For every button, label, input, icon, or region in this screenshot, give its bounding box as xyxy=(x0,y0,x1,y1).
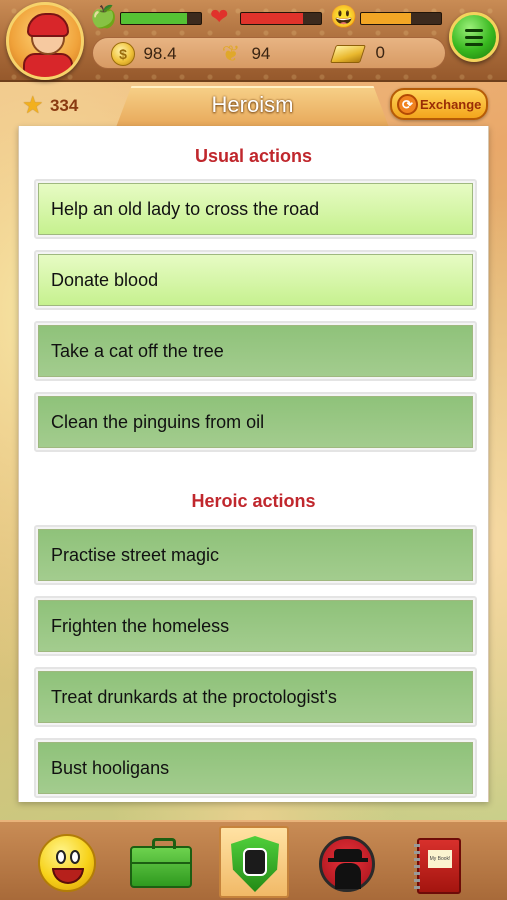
heart-icon: ❤ xyxy=(210,4,229,29)
menu-button[interactable] xyxy=(449,12,499,62)
coins-resource: $ 98.4 xyxy=(111,42,177,66)
spy-coat xyxy=(335,863,361,889)
menu-icon-line xyxy=(465,43,483,46)
action-label: Treat drunkards at the proctologist's xyxy=(38,671,473,723)
title-bar: ★ 334 Heroism ⟳ Exchange xyxy=(0,82,507,130)
smiley-icon: 😃 xyxy=(330,4,358,29)
smiley-eye xyxy=(70,850,80,864)
action-item[interactable]: Clean the pinguins from oil xyxy=(34,392,477,452)
exchange-button[interactable]: ⟳ Exchange xyxy=(390,88,488,120)
spy-badge xyxy=(319,836,375,892)
mood-bar xyxy=(360,12,442,25)
briefcase-icon[interactable] xyxy=(128,832,192,896)
action-label: Help an old lady to cross the road xyxy=(38,183,473,235)
notebook-icon[interactable]: My Book! xyxy=(405,832,469,896)
gold-value: 0 xyxy=(375,42,385,62)
fist-icon xyxy=(243,848,267,876)
exchange-icon: ⟳ xyxy=(397,94,418,115)
wheat-icon: ❦ xyxy=(221,41,241,66)
smiley-eye xyxy=(56,850,66,864)
coin-icon: $ xyxy=(111,42,135,66)
action-item[interactable]: Donate blood xyxy=(34,250,477,310)
avatar-body xyxy=(23,53,73,77)
apple-icon: 🍏 xyxy=(90,4,118,29)
page-title: Heroism xyxy=(211,92,294,117)
gold-resource: 0 xyxy=(330,42,385,66)
smiley-face xyxy=(38,834,96,892)
action-label: Practise street magic xyxy=(38,529,473,581)
section-title-heroic: Heroic actions xyxy=(191,491,316,511)
notebook-cover: My Book! xyxy=(414,838,461,894)
action-label: Clean the pinguins from oil xyxy=(38,396,473,448)
resources-bar: $ 98.4 ❦ 94 0 xyxy=(92,37,446,69)
notebook-label: My Book! xyxy=(428,850,452,868)
health-bar-fill xyxy=(241,13,304,24)
stars-value: 334 xyxy=(49,96,79,115)
top-status-bar: 🍏 ❤ 😃 $ 98.4 ❦ 94 0 xyxy=(0,0,507,82)
briefcase-shape xyxy=(130,838,192,888)
action-item[interactable]: Frighten the homeless xyxy=(34,596,477,656)
star-icon: ★ xyxy=(22,92,44,119)
action-label: Frighten the homeless xyxy=(38,600,473,652)
heroism-shield-icon[interactable] xyxy=(219,826,289,898)
wheat-resource: ❦ 94 xyxy=(219,41,271,66)
action-label: Bust hooligans xyxy=(38,742,473,794)
action-label: Donate blood xyxy=(38,254,473,306)
avatar-mask xyxy=(27,13,69,37)
spy-icon[interactable] xyxy=(315,832,379,896)
mood-bar-fill xyxy=(361,13,411,24)
action-item[interactable]: Bust hooligans xyxy=(34,738,477,798)
action-item[interactable]: Treat drunkards at the proctologist's xyxy=(34,667,477,727)
coins-value: 98.4 xyxy=(143,44,177,63)
wheat-value: 94 xyxy=(251,44,271,63)
food-bar-fill xyxy=(121,13,187,24)
action-item[interactable]: Help an old lady to cross the road xyxy=(34,179,477,239)
menu-icon-line xyxy=(465,36,483,39)
exchange-label: Exchange xyxy=(420,97,482,112)
menu-icon-line xyxy=(465,29,483,32)
notebook-rings xyxy=(414,844,420,890)
smiley-mouth xyxy=(52,868,84,884)
stars-counter: ★ 334 xyxy=(22,94,78,118)
mood-smiley-icon[interactable] xyxy=(34,832,98,896)
spy-hat-brim xyxy=(328,858,368,862)
food-bar xyxy=(120,12,202,25)
gold-bar-icon xyxy=(330,45,366,63)
hero-avatar[interactable] xyxy=(6,2,84,80)
section-title-usual: Usual actions xyxy=(194,146,313,166)
health-bar xyxy=(240,12,322,25)
action-item[interactable]: Take a cat off the tree xyxy=(34,321,477,381)
actions-panel[interactable]: Usual actions Help an old lady to cross … xyxy=(18,126,489,802)
action-item[interactable]: Practise street magic xyxy=(34,525,477,585)
action-label: Take a cat off the tree xyxy=(38,325,473,377)
bottom-nav: My Book! xyxy=(0,820,507,900)
